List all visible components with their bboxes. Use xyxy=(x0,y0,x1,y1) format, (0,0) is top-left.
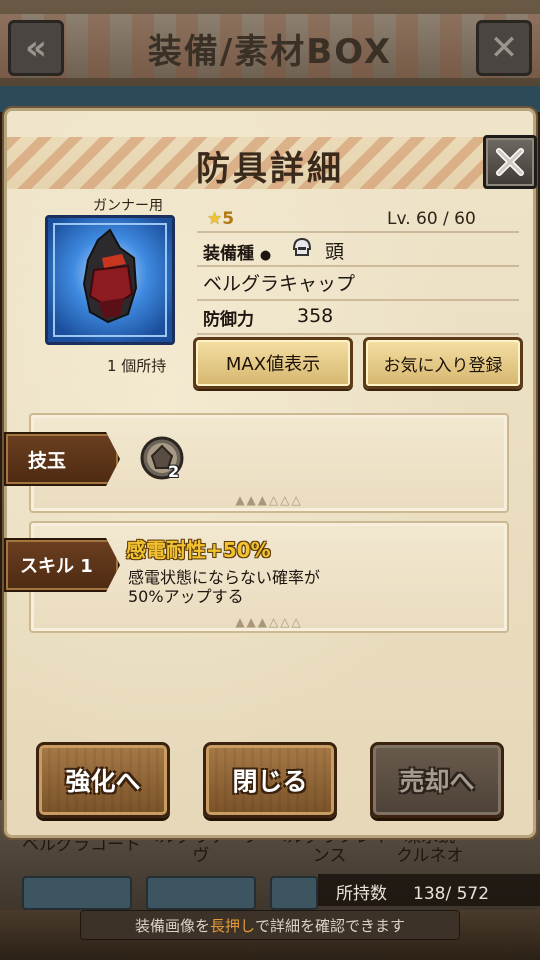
max-value-button[interactable]: MAX値表示 xyxy=(193,337,353,389)
divider xyxy=(197,265,519,267)
user-type: ガンナー用 xyxy=(93,198,163,214)
defense-label: 防御力 xyxy=(203,310,254,330)
list-item-name: ベルグラコート xyxy=(22,835,141,855)
armor-image[interactable] xyxy=(45,215,175,345)
slot-indicators: ▲▲▲△△△ xyxy=(235,493,303,507)
slot-indicators: ▲▲▲△△△ xyxy=(235,615,303,629)
rarity-value: 5 xyxy=(222,209,235,229)
owned-count-value: 138/ 572 xyxy=(413,884,490,904)
hint-message: 装備画像を 長押し で詳細を確認できます xyxy=(80,910,460,940)
hint-highlight: 長押し xyxy=(209,916,255,935)
skill-description-line: 50%アップする xyxy=(128,587,244,606)
dialog-title: 防具詳細 xyxy=(196,149,344,189)
back-button[interactable]: « xyxy=(8,20,64,76)
dialog-close-button[interactable] xyxy=(483,135,537,189)
enhance-button[interactable]: 強化へ xyxy=(36,742,170,818)
level: Lv. 60 / 60 xyxy=(387,209,476,229)
divider xyxy=(197,333,519,335)
close-icon xyxy=(496,148,524,176)
background-close-button[interactable]: ✕ xyxy=(476,20,532,76)
gem-count: 2 xyxy=(168,462,180,481)
owned-count-label: 所持数 xyxy=(336,884,387,904)
hint-text: 装備画像を xyxy=(134,916,210,935)
sell-button[interactable]: 売却へ xyxy=(370,742,504,818)
background-title: 装備/素材BOX xyxy=(147,32,393,72)
close-button[interactable]: 閉じる xyxy=(203,742,337,818)
gem-tag: 技玉 xyxy=(4,432,120,486)
skill-tag: スキル 1 xyxy=(4,538,120,592)
list-item-thumbnail[interactable] xyxy=(146,876,256,910)
skill-description-line: 感電状態にならない確率が xyxy=(128,568,321,587)
divider xyxy=(197,299,519,301)
equip-type-label: 装備種 ● xyxy=(203,244,272,264)
rarity: ★5 xyxy=(207,209,234,229)
divider xyxy=(197,231,519,233)
hint-text: で詳細を確認できます xyxy=(255,916,406,935)
back-arrow-icon: « xyxy=(25,28,47,68)
star-icon: ★ xyxy=(207,209,223,229)
skill-description: 感電状態にならない確率が 50%アップする xyxy=(128,568,320,606)
defense-value: 358 xyxy=(297,305,334,327)
owned-count: 所持数 138/ 572 xyxy=(318,874,540,906)
skill-name: 感電耐性+50% xyxy=(126,538,271,562)
helmet-icon xyxy=(292,237,312,256)
equip-type-value: 頭 xyxy=(325,241,345,263)
list-item-thumbnail[interactable] xyxy=(270,876,318,910)
close-icon: ✕ xyxy=(489,28,519,68)
list-item-thumbnail[interactable] xyxy=(22,876,132,910)
armor-name: ベルグラキャップ xyxy=(203,273,356,295)
add-favorite-button[interactable]: お気に入り登録 xyxy=(363,337,523,389)
helmet-armor-icon xyxy=(48,218,172,342)
owned-quantity: 1 個所持 xyxy=(107,357,167,375)
